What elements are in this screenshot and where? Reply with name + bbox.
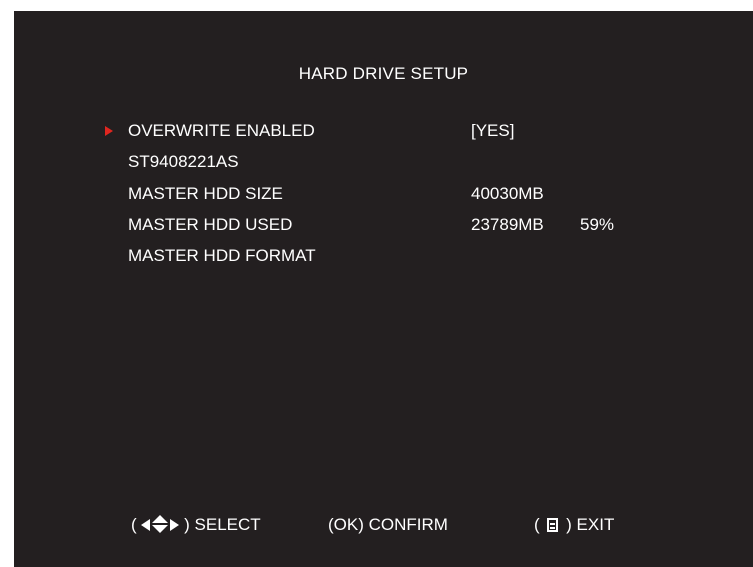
menu-item-label: MASTER HDD FORMAT bbox=[128, 246, 316, 265]
page-title: HARD DRIVE SETUP bbox=[298, 64, 469, 83]
selection-cursor-icon bbox=[105, 126, 113, 136]
up-down-arrow-icon bbox=[152, 515, 169, 533]
hdd-used-value: 23789MB bbox=[471, 215, 544, 234]
left-arrow-icon bbox=[141, 519, 151, 531]
select-label: SELECT bbox=[194, 515, 261, 534]
exit-hint: ( ) EXIT bbox=[534, 515, 615, 534]
right-arrow-icon bbox=[170, 519, 180, 531]
menu-item-drive-model: ST9408221AS bbox=[14, 151, 753, 173]
hdd-used-percent: 59% bbox=[580, 215, 615, 234]
menu-item-master-hdd-size: MASTER HDD SIZE 40030MB bbox=[14, 183, 753, 205]
confirm-label: CONFIRM bbox=[368, 515, 448, 534]
confirm-hint: (OK) CONFIRM bbox=[328, 513, 448, 537]
menu-item-label: MASTER HDD SIZE bbox=[128, 184, 283, 203]
exit-label: EXIT bbox=[576, 515, 615, 534]
drive-model-label: ST9408221AS bbox=[128, 152, 239, 171]
menu-item-label: MASTER HDD USED bbox=[128, 215, 293, 234]
ok-key-label: (OK) bbox=[328, 515, 364, 534]
menu-icon bbox=[547, 518, 559, 532]
overwrite-value: [YES] bbox=[471, 121, 515, 140]
select-hint: ( ) SELECT bbox=[131, 515, 261, 534]
menu-item-overwrite-enabled[interactable]: OVERWRITE ENABLED [YES] bbox=[14, 120, 753, 142]
key-hints-bar: ( ) SELECT (OK) CONFIRM ( ) EXIT bbox=[14, 513, 753, 537]
hard-drive-setup-screen: HARD DRIVE SETUP OVERWRITE ENABLED [YES]… bbox=[14, 11, 753, 567]
hdd-size-value: 40030MB bbox=[471, 184, 544, 203]
menu-item-master-hdd-format[interactable]: MASTER HDD FORMAT bbox=[14, 245, 753, 267]
menu-item-master-hdd-used: MASTER HDD USED 23789MB 59% bbox=[14, 214, 753, 236]
menu-item-label: OVERWRITE ENABLED bbox=[128, 121, 315, 140]
